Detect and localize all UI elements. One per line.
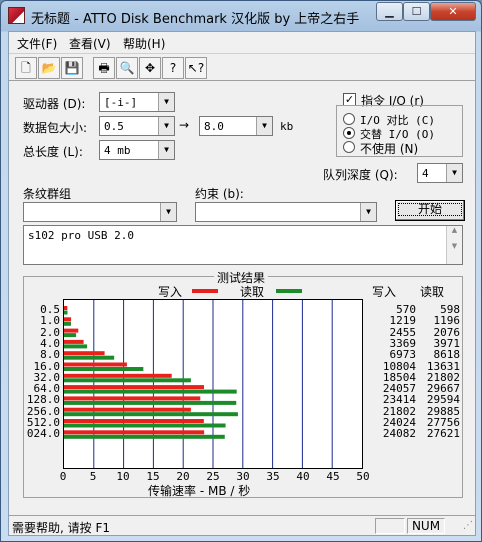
chart-plot <box>63 299 363 469</box>
start-button[interactable]: 开始 <box>395 200 465 221</box>
write-bar <box>64 328 79 333</box>
read-bar <box>64 423 226 428</box>
menu-help[interactable]: 帮助(H) <box>123 35 165 52</box>
status-bar: 需要帮助, 请按 F1 NUM ⋰ <box>9 515 475 535</box>
title-bar[interactable]: 无标题 - ATTO Disk Benchmark 汉化版 by 上帝之右手 ▁… <box>1 1 481 31</box>
constraint-select[interactable]: ▼ <box>195 202 377 222</box>
print-preview-icon[interactable]: 🔍 <box>116 57 138 79</box>
read-bar <box>64 389 237 394</box>
write-bar <box>64 385 205 390</box>
chevron-down-icon[interactable]: ▼ <box>446 164 462 182</box>
write-bar <box>64 407 191 412</box>
new-icon[interactable]: 🗋 <box>15 57 37 79</box>
read-bar <box>64 355 115 360</box>
overlapped-io-radio[interactable] <box>343 127 355 139</box>
queue-depth-label: 队列深度 (Q): <box>323 168 398 182</box>
read-bar <box>64 310 68 315</box>
context-help-icon[interactable]: ↖? <box>185 57 207 79</box>
transfer-size-label: 数据包大小: <box>23 121 88 135</box>
status-help-text: 需要帮助, 请按 F1 <box>12 521 110 535</box>
move-icon[interactable]: ✥ <box>139 57 161 79</box>
chevron-down-icon[interactable]: ▼ <box>256 117 272 135</box>
x-tick-label: 10 <box>116 470 130 483</box>
read-bar <box>64 367 144 371</box>
maximize-button[interactable]: ☐ <box>403 2 430 21</box>
total-length-select[interactable]: 4 mb ▼ <box>99 140 175 160</box>
legend-write-swatch <box>192 289 218 293</box>
open-icon[interactable]: 📂 <box>38 57 60 79</box>
read-value: 27621 <box>426 427 460 441</box>
write-bar <box>64 339 84 344</box>
read-bar <box>64 400 237 405</box>
neither-radio[interactable] <box>343 141 355 153</box>
legend-read-label: 读取 <box>240 285 265 299</box>
write-bar <box>64 306 68 310</box>
menu-view[interactable]: 查看(V) <box>69 35 111 52</box>
chevron-down-icon[interactable]: ▼ <box>158 117 174 135</box>
status-pane-empty <box>375 518 405 534</box>
column-write-header: 写入 <box>372 285 397 299</box>
resize-grip-icon[interactable]: ⋰ <box>463 520 473 531</box>
app-window: 无标题 - ATTO Disk Benchmark 汉化版 by 上帝之右手 ▁… <box>0 0 482 542</box>
write-bar <box>64 317 72 322</box>
client-area: 文件(F) 查看(V) 帮助(H) 🗋 📂 💾 🖶 🔍 ✥ ? ↖? 驱动器 (… <box>8 31 476 536</box>
window-title: 无标题 - ATTO Disk Benchmark 汉化版 by 上帝之右手 <box>31 12 360 27</box>
total-length-label: 总长度 (L): <box>23 145 83 159</box>
minimize-button[interactable]: ▁ <box>376 2 403 21</box>
chevron-down-icon[interactable]: ▼ <box>158 141 174 159</box>
category-label: 024.0 <box>26 427 60 441</box>
read-bar <box>64 434 225 439</box>
read-bar <box>64 333 77 338</box>
neither-label: 不使用 (N) <box>360 142 419 156</box>
help-icon[interactable]: ? <box>162 57 184 79</box>
x-tick-label: 5 <box>89 470 97 483</box>
drive-select[interactable]: [-i-] ▼ <box>99 92 175 112</box>
transfer-to-select[interactable]: 8.0 ▼ <box>199 116 273 136</box>
num-lock-indicator: NUM <box>407 518 445 534</box>
menu-bar: 文件(F) 查看(V) 帮助(H) <box>9 32 475 52</box>
bar-chart <box>64 300 333 468</box>
chevron-down-icon[interactable]: ▼ <box>160 203 176 221</box>
read-bar <box>64 412 238 417</box>
drive-label: 驱动器 (D): <box>23 97 86 111</box>
write-bar <box>64 362 127 367</box>
x-tick-label: 35 <box>266 470 280 483</box>
legend-write-label: 写入 <box>158 285 183 299</box>
write-bar <box>64 351 105 356</box>
x-tick-label: 40 <box>296 470 310 483</box>
io-compare-radio[interactable] <box>343 113 355 125</box>
write-value: 24082 <box>382 427 416 441</box>
arrow-icon: → <box>179 118 190 132</box>
write-bar <box>64 373 172 378</box>
chevron-down-icon[interactable]: ▼ <box>360 203 376 221</box>
read-bar <box>64 321 71 326</box>
x-tick-label: 50 <box>356 470 370 483</box>
read-bar <box>64 378 191 383</box>
app-icon[interactable] <box>8 7 25 24</box>
x-tick-label: 45 <box>326 470 340 483</box>
print-icon[interactable]: 🖶 <box>93 57 115 79</box>
constraint-label: 约束 (b): <box>195 187 244 201</box>
write-bar <box>64 430 205 435</box>
stripe-group-label: 条纹群组 <box>23 187 72 201</box>
column-read-header: 读取 <box>420 285 445 299</box>
save-icon[interactable]: 💾 <box>61 57 83 79</box>
menu-file[interactable]: 文件(F) <box>17 35 57 52</box>
read-bar <box>64 344 88 349</box>
stripe-group-select[interactable]: ▼ <box>23 202 177 222</box>
transfer-from-select[interactable]: 0.5 ▼ <box>99 116 175 136</box>
results-group: 测试结果 写入 读取 写入 读取 0.5 1.0 2.0 4.0 8.0 16.0 32.0… <box>23 269 463 498</box>
x-axis-label: 传输速率 - MB / 秒 <box>148 484 251 498</box>
x-tick-label: 0 <box>59 470 67 483</box>
write-bar <box>64 396 201 401</box>
vertical-scrollbar[interactable]: ▲ ▼ <box>446 226 462 264</box>
transfer-unit: kb <box>280 120 294 133</box>
description-textbox[interactable]: s102 pro USB 2.0 ▲ ▼ <box>23 225 463 265</box>
queue-depth-select[interactable]: 4 ▼ <box>417 163 463 183</box>
chevron-down-icon[interactable]: ▼ <box>158 93 174 111</box>
close-button[interactable]: ✕ <box>430 2 476 21</box>
write-bar <box>64 419 204 423</box>
toolbar: 🗋 📂 💾 🖶 🔍 ✥ ? ↖? <box>9 53 475 81</box>
legend-read-swatch <box>276 289 302 293</box>
